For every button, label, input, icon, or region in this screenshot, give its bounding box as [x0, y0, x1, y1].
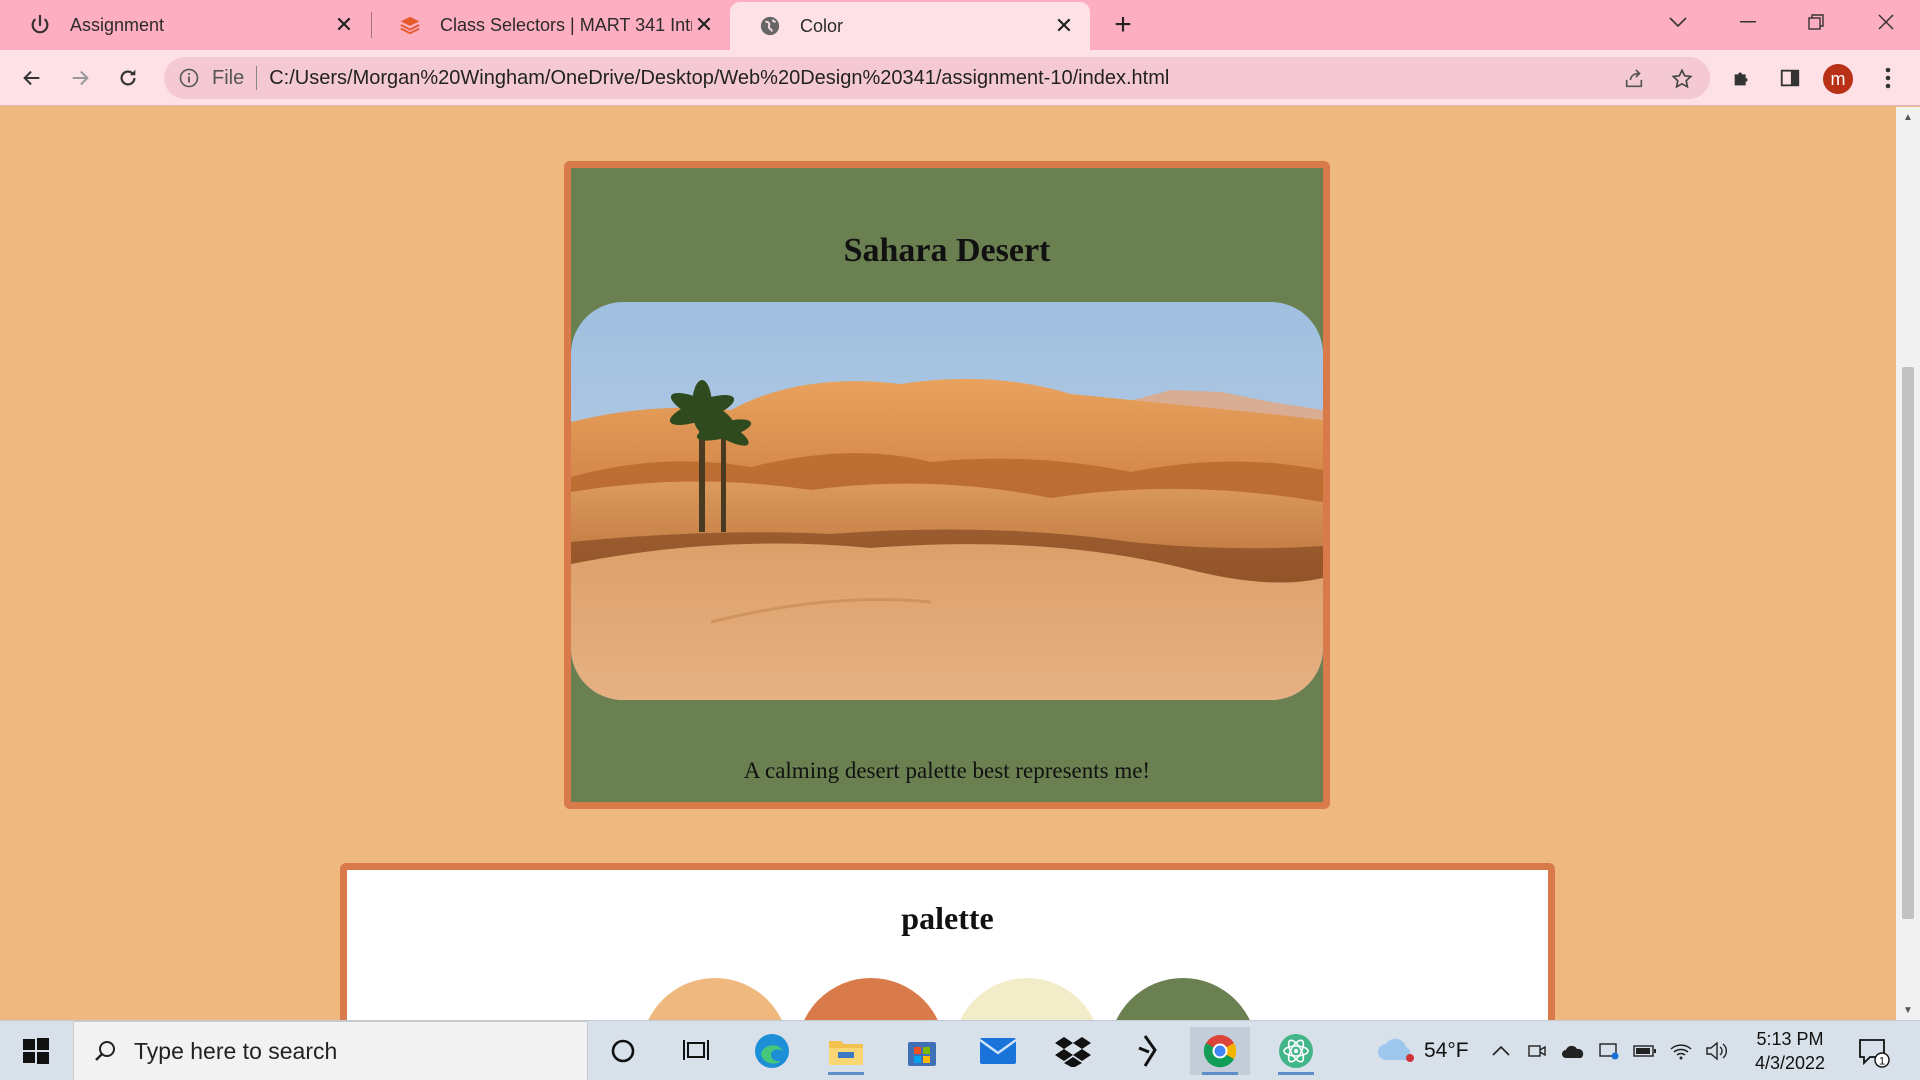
- desert-card: Sahara Desert A calming desert palette b…: [564, 161, 1330, 809]
- search-icon: [90, 1036, 120, 1066]
- layers-icon: [398, 13, 422, 37]
- card-caption: A calming desert palette best represents…: [743, 758, 1151, 783]
- weather-temperature: 54°F: [1424, 1039, 1469, 1062]
- omnibox-divider: [256, 66, 258, 90]
- tab-search-chevron-icon[interactable]: [1648, 0, 1708, 44]
- microsoft-store-icon[interactable]: [892, 1027, 952, 1075]
- file-explorer-icon[interactable]: [816, 1027, 876, 1075]
- palette-swatch: [797, 978, 945, 1020]
- cortana-icon[interactable]: [593, 1027, 653, 1075]
- close-icon[interactable]: ✕: [1052, 13, 1076, 38]
- task-view-icon[interactable]: [666, 1027, 726, 1075]
- side-panel-icon[interactable]: [1770, 58, 1810, 98]
- search-placeholder: Type here to search: [134, 1037, 338, 1064]
- globe-icon: [758, 14, 782, 38]
- card-title: Sahara Desert: [843, 232, 1051, 269]
- palette-swatch: [953, 978, 1101, 1020]
- tab-color[interactable]: Color ✕: [730, 2, 1090, 50]
- back-arrow-icon[interactable]: [12, 58, 52, 98]
- restore-icon[interactable]: [1786, 0, 1846, 44]
- notification-count: 1: [1879, 1056, 1885, 1068]
- tab-title: Class Selectors | MART 341 Intro: [440, 14, 692, 35]
- close-icon[interactable]: ✕: [692, 12, 716, 37]
- chrome-icon[interactable]: [1190, 1027, 1250, 1075]
- onedrive-icon[interactable]: [1560, 1037, 1586, 1065]
- active-indicator: [1278, 1072, 1314, 1075]
- scrollbar-thumb[interactable]: [1902, 367, 1914, 919]
- palette-swatch: [1109, 978, 1257, 1020]
- clock-date: 4/3/2022: [1754, 1053, 1826, 1073]
- chevron-up-icon[interactable]: [1488, 1037, 1514, 1065]
- address-bar[interactable]: File C:/Users/Morgan%20Wingham/OneDrive/…: [164, 57, 1710, 99]
- palette-title: palette: [901, 900, 994, 936]
- battery-icon[interactable]: [1632, 1037, 1658, 1065]
- extensions-puzzle-icon[interactable]: [1722, 58, 1762, 98]
- git-tool-icon[interactable]: [1118, 1027, 1178, 1075]
- browser-toolbar: File C:/Users/Morgan%20Wingham/OneDrive/…: [0, 50, 1920, 106]
- forward-arrow-icon[interactable]: [60, 58, 100, 98]
- menu-dots-icon[interactable]: [1868, 58, 1908, 98]
- info-icon[interactable]: [178, 67, 200, 89]
- tab-title: Assignment: [70, 14, 165, 35]
- palette-swatch: [641, 978, 789, 1020]
- page-viewport: Sahara Desert A calming desert palette b…: [0, 107, 1896, 1020]
- dropbox-icon[interactable]: [1043, 1027, 1103, 1075]
- clock-time: 5:13 PM: [1756, 1029, 1824, 1049]
- profile-avatar[interactable]: m: [1823, 64, 1853, 94]
- palette-card: palette: [340, 863, 1555, 1020]
- edge-icon[interactable]: [742, 1027, 802, 1075]
- scroll-down-icon[interactable]: ▼: [1896, 1000, 1920, 1020]
- cloud-icon: [1376, 1034, 1416, 1069]
- scroll-up-icon[interactable]: ▲: [1896, 107, 1920, 127]
- active-indicator: [1202, 1072, 1238, 1075]
- close-icon[interactable]: ✕: [332, 12, 356, 37]
- new-tab-button[interactable]: +: [1108, 8, 1138, 41]
- wifi-icon[interactable]: [1668, 1037, 1694, 1065]
- taskbar-search-box[interactable]: Type here to search: [73, 1021, 588, 1080]
- atom-editor-icon[interactable]: [1266, 1027, 1326, 1075]
- reload-icon[interactable]: [108, 58, 148, 98]
- window-close-icon[interactable]: [1856, 0, 1916, 44]
- url-text[interactable]: C:/Users/Morgan%20Wingham/OneDrive/Deskt…: [269, 67, 1169, 90]
- active-indicator: [828, 1072, 864, 1075]
- power-icon: [28, 13, 52, 37]
- notification-center-icon[interactable]: 1: [1856, 1035, 1890, 1069]
- vertical-scrollbar[interactable]: ▲ ▼: [1896, 107, 1920, 1020]
- meet-now-icon[interactable]: [1524, 1037, 1550, 1065]
- tab-class-selectors[interactable]: Class Selectors | MART 341 Intro ✕: [370, 0, 730, 50]
- tab-assignment[interactable]: Assignment ✕: [0, 0, 370, 50]
- taskbar-clock[interactable]: 5:13 PM 4/3/2022: [1740, 1027, 1840, 1075]
- minimize-icon[interactable]: [1718, 0, 1778, 44]
- mail-icon[interactable]: [968, 1027, 1028, 1075]
- bookmark-star-icon[interactable]: [1670, 67, 1694, 91]
- windows-start-icon[interactable]: [10, 1031, 62, 1071]
- browser-tab-strip: Assignment ✕ Class Selectors | MART 341 …: [0, 0, 1920, 50]
- volume-icon[interactable]: [1704, 1037, 1730, 1065]
- desert-photo: [571, 302, 1323, 700]
- tab-title: Color: [800, 15, 844, 36]
- file-scheme-label: File: [212, 66, 245, 89]
- share-icon[interactable]: [1622, 67, 1646, 91]
- windows-taskbar: Type here to search 54°F 5:13 PM 4/3/202…: [0, 1020, 1920, 1080]
- weather-widget[interactable]: 54°F: [1376, 1031, 1469, 1071]
- display-icon[interactable]: [1596, 1037, 1622, 1065]
